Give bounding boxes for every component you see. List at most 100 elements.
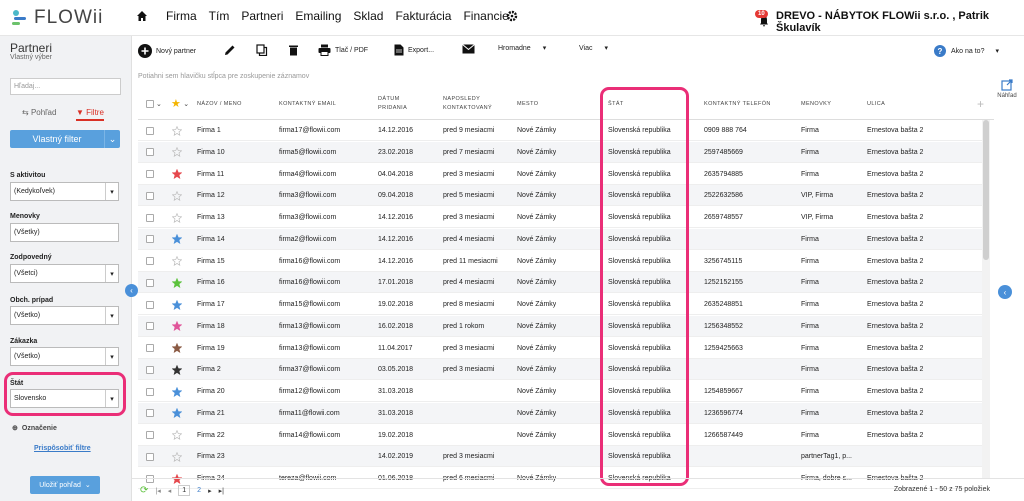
save-view-button[interactable]: Uložiť pohľad ⌄ [30,476,100,494]
header-phone[interactable]: KONTAKTNÝ TELEFÓN [704,88,771,120]
row-checkbox[interactable] [146,164,154,185]
gear-icon[interactable] [506,10,518,22]
row-checkbox[interactable] [146,381,154,402]
flowii-logo[interactable]: FLOWii [10,7,103,29]
table-row[interactable]: Firma 2 firma37@flowii.com 03.05.2018 pred … [138,359,982,381]
grid-scrollbar[interactable] [982,120,990,478]
scrollbar-thumb[interactable] [983,120,989,260]
last-page-icon[interactable]: ▸| [219,487,224,495]
nav-fakturacia[interactable]: Fakturácia [395,9,451,23]
header-last-contacted[interactable]: NAPOSLEDY KONTAKTOVANÝ [443,88,492,120]
nav-tim[interactable]: Tím [209,9,230,23]
table-row[interactable]: Firma 13 firma3@flowii.com 14.12.2016 pred … [138,207,982,228]
header-street[interactable]: ULICA [867,88,885,120]
filter-tags-input[interactable]: (Všetky) [10,223,119,242]
help-dropdown[interactable]: ? Ako na to? ▾ [934,45,999,57]
marking-section[interactable]: ⊕ Označenie [12,424,57,433]
edit-pencil-icon[interactable] [224,44,236,56]
custom-filter-button[interactable]: Vlastný filter ⌄ [10,130,120,148]
collapse-preview-button[interactable]: ‹ [998,285,1012,299]
row-checkbox[interactable] [146,142,154,163]
copy-icon[interactable] [256,44,268,56]
trash-icon[interactable] [288,44,299,56]
star-icon[interactable] [172,425,182,446]
add-column-icon[interactable]: + [977,88,984,120]
first-page-icon[interactable]: |◂ [155,487,160,495]
nav-sklad[interactable]: Sklad [353,9,383,23]
customize-filters-link[interactable]: Prispôsobiť filtre [34,445,91,452]
select-all-checkbox[interactable]: ⌄ [146,88,162,120]
table-row[interactable]: Firma 16 firma16@flowii.com 17.01.2018 pred… [138,272,982,294]
preview-toggle[interactable]: Náhľad [995,79,1019,99]
row-checkbox[interactable] [146,251,154,272]
star-icon[interactable] [172,207,182,228]
star-icon[interactable] [172,272,182,293]
star-icon[interactable] [172,403,182,424]
row-checkbox[interactable] [146,294,154,315]
star-icon[interactable] [172,381,182,402]
star-icon[interactable] [172,229,182,250]
table-row[interactable]: Firma 19 firma13@flowii.com 11.04.2017 pred… [138,338,982,359]
table-row[interactable]: Firma 11 firma4@flowii.com 04.04.2018 pred … [138,164,982,185]
header-date-added[interactable]: DÁTUM PRIDANIA [378,88,407,120]
tab-view[interactable]: ⇆ Pohľad [22,108,56,117]
row-checkbox[interactable] [146,272,154,293]
row-checkbox[interactable] [146,207,154,228]
table-row[interactable]: Firma 17 firma15@flowii.com 19.02.2018 pred… [138,294,982,315]
chevron-down-icon[interactable]: ⌄ [104,130,120,148]
table-row[interactable]: Firma 22 firma14@flowii.com 19.02.2018 Nové… [138,425,982,446]
star-filter-header[interactable]: ★ ⌄ [171,88,190,120]
nav-partneri[interactable]: Partneri [241,9,283,23]
row-checkbox[interactable] [146,338,154,359]
star-icon[interactable] [172,316,182,337]
star-icon[interactable] [172,294,182,315]
row-checkbox[interactable] [146,185,154,206]
star-icon[interactable] [172,185,182,206]
filter-responsible-select[interactable]: (Všetci) ▾ [10,264,119,283]
home-icon[interactable] [136,10,148,22]
filter-deal-select[interactable]: (Všetko) ▾ [10,306,119,325]
star-icon[interactable] [172,251,182,272]
row-checkbox[interactable] [146,229,154,250]
table-row[interactable]: Firma 20 firma12@flowii.com 31.03.2018 Nové… [138,381,982,402]
bulk-actions-dropdown[interactable]: Hromadne ▾ [498,44,546,53]
nav-financie[interactable]: Financie [463,9,508,23]
table-row[interactable]: Firma 15 firma16@flowii.com 14.12.2016 pred… [138,251,982,272]
tab-filters[interactable]: ▼ Filtre [76,108,104,121]
nav-emailing[interactable]: Emailing [295,9,341,23]
table-row[interactable]: Firma 18 firma13@flowii.com 16.02.2018 pred… [138,315,982,337]
page-1[interactable]: 1 [178,485,191,496]
refresh-icon[interactable]: ⟳ [140,485,148,496]
print-pdf-button[interactable]: Tlač / PDF [318,44,368,56]
header-email[interactable]: KONTAKTNÝ EMAIL [279,88,336,120]
search-input[interactable]: Hľadaj... [10,78,121,95]
star-icon[interactable] [172,164,182,185]
table-row[interactable]: Firma 21 firma11@flowii.com 31.03.2018 Nové… [138,402,982,424]
filter-order-select[interactable]: (Všetko) ▾ [10,347,119,366]
next-page-icon[interactable]: ▸ [208,487,212,495]
header-tags[interactable]: MENOVKY [801,88,831,120]
export-button[interactable]: Export... [394,44,434,56]
filter-activity-select[interactable]: (Kedykoľvek) ▾ [10,182,119,201]
row-checkbox[interactable] [146,425,154,446]
star-icon[interactable] [172,446,182,467]
row-checkbox[interactable] [146,316,154,337]
star-icon[interactable] [172,359,182,380]
table-row[interactable]: Firma 14 firma2@flowii.com 14.12.2016 pred … [138,228,982,250]
email-icon[interactable] [462,44,475,54]
nav-firma[interactable]: Firma [166,9,197,23]
page-2[interactable]: 2 [197,487,201,494]
table-row[interactable]: Firma 12 firma3@flowii.com 09.04.2018 pred … [138,185,982,207]
prev-page-icon[interactable]: ◂ [168,487,172,495]
table-row[interactable]: Firma 1 firma17@flowii.com 14.12.2016 pred … [138,120,982,141]
row-checkbox[interactable] [146,446,154,467]
header-city[interactable]: MESTO [517,88,538,120]
star-icon[interactable] [172,338,182,359]
row-checkbox[interactable] [146,403,154,424]
star-icon[interactable] [172,142,182,163]
table-row[interactable]: Firma 10 firma5@flowii.com 23.02.2018 pred … [138,141,982,163]
star-icon[interactable] [172,120,182,141]
table-row[interactable]: Firma 23 14.02.2019 pred 3 mesiacmi Slovens… [138,446,982,468]
notifications[interactable]: 10 [755,9,770,30]
header-name[interactable]: NÁZOV / MENO [197,88,242,120]
